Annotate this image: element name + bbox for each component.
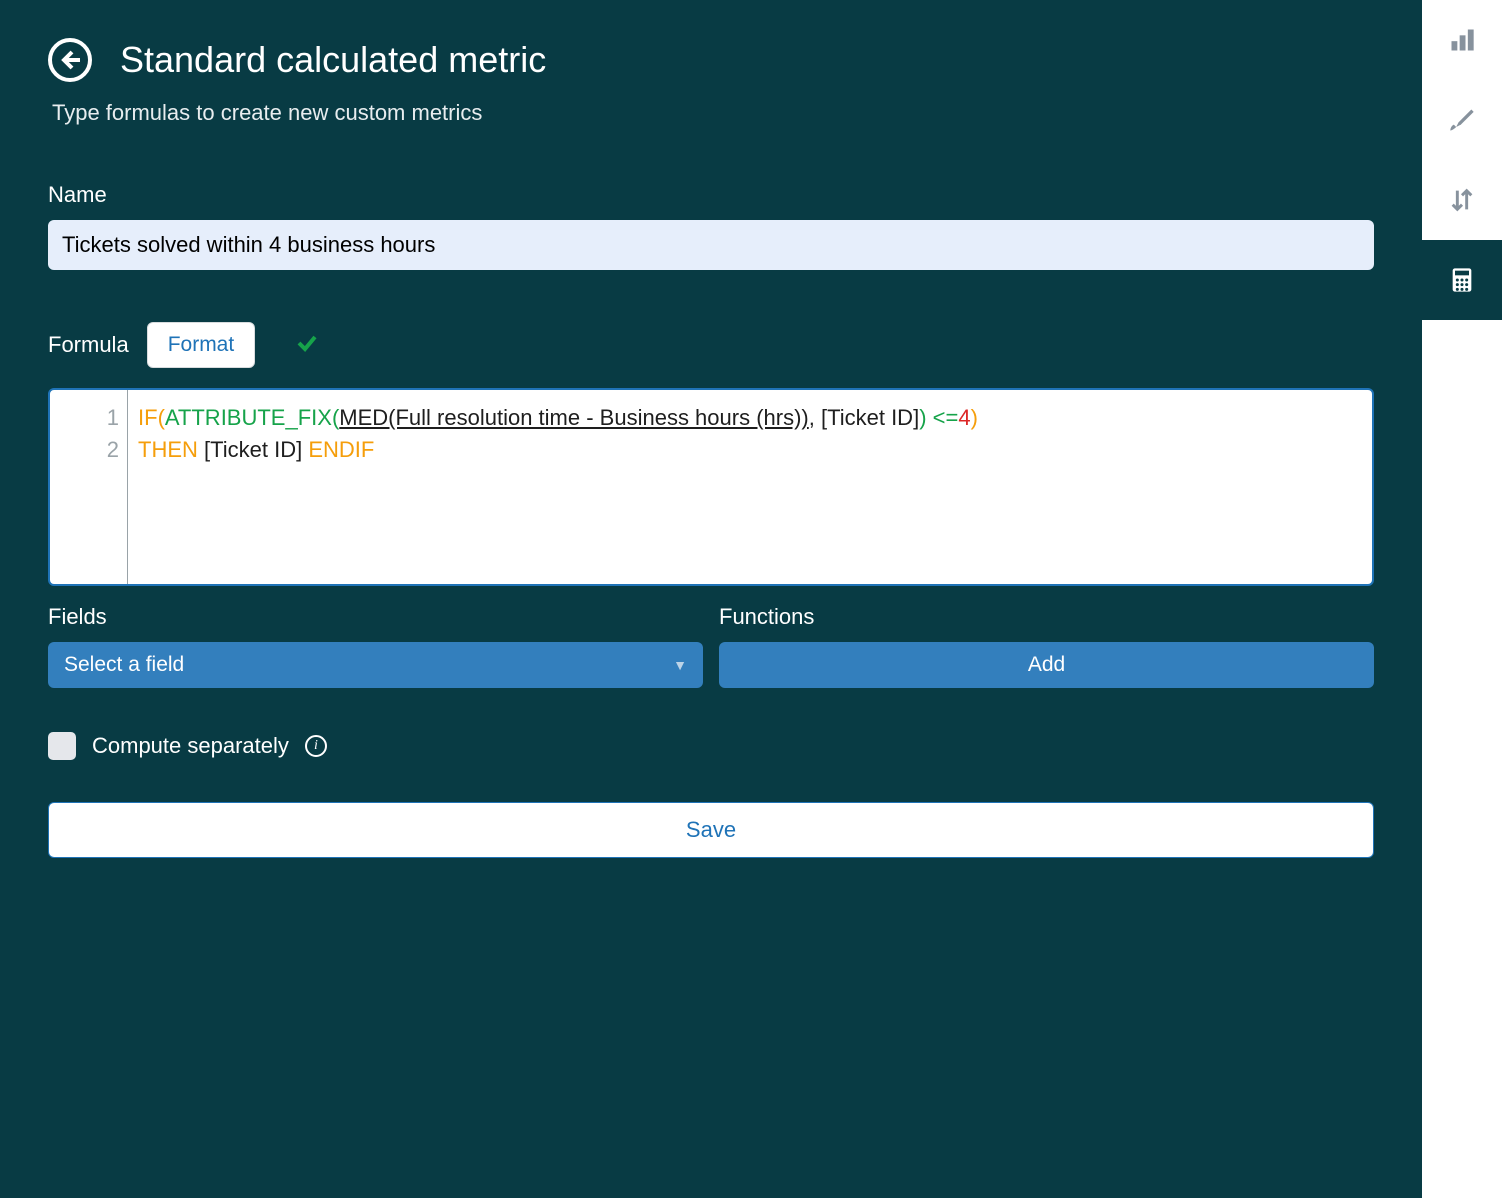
name-label: Name bbox=[48, 182, 1374, 208]
rail-chart[interactable] bbox=[1422, 0, 1502, 80]
format-button[interactable]: Format bbox=[147, 322, 256, 368]
main-panel: Standard calculated metric Type formulas… bbox=[0, 0, 1422, 1198]
compute-separately-row: Compute separately i bbox=[48, 732, 1374, 760]
line-number: 2 bbox=[58, 434, 119, 466]
save-button[interactable]: Save bbox=[48, 802, 1374, 858]
valid-check-icon bbox=[295, 331, 319, 360]
line-number: 1 bbox=[58, 402, 119, 434]
back-button[interactable] bbox=[48, 38, 92, 82]
page-title: Standard calculated metric bbox=[120, 39, 546, 81]
rail-calculator[interactable] bbox=[1422, 240, 1502, 320]
compute-separately-checkbox[interactable] bbox=[48, 732, 76, 760]
calculator-icon bbox=[1448, 266, 1476, 294]
page-subtitle: Type formulas to create new custom metri… bbox=[52, 100, 1374, 126]
formula-header: Formula Format bbox=[48, 322, 1374, 368]
fields-select-placeholder: Select a field bbox=[64, 653, 184, 677]
bar-chart-icon bbox=[1448, 26, 1476, 54]
side-rail bbox=[1422, 0, 1502, 1198]
fields-label: Fields bbox=[48, 604, 703, 630]
code-line: IF(ATTRIBUTE_FIX(MED(Full resolution tim… bbox=[138, 402, 978, 434]
fields-functions-row: Fields Select a field ▼ Functions Add bbox=[48, 604, 1374, 688]
rail-sort[interactable] bbox=[1422, 160, 1502, 240]
info-icon[interactable]: i bbox=[305, 735, 327, 757]
sort-arrows-icon bbox=[1448, 186, 1476, 214]
functions-column: Functions Add bbox=[719, 604, 1374, 688]
brush-icon bbox=[1448, 106, 1476, 134]
add-function-button[interactable]: Add bbox=[719, 642, 1374, 688]
chevron-down-icon: ▼ bbox=[673, 657, 687, 673]
functions-label: Functions bbox=[719, 604, 1374, 630]
formula-editor[interactable]: 1 2 IF(ATTRIBUTE_FIX(MED(Full resolution… bbox=[48, 388, 1374, 586]
line-gutter: 1 2 bbox=[50, 390, 128, 584]
fields-select[interactable]: Select a field ▼ bbox=[48, 642, 703, 688]
code-line: THEN [Ticket ID] ENDIF bbox=[138, 434, 978, 466]
name-input[interactable] bbox=[48, 220, 1374, 270]
code-body[interactable]: IF(ATTRIBUTE_FIX(MED(Full resolution tim… bbox=[128, 390, 988, 584]
formula-label: Formula bbox=[48, 332, 129, 358]
arrow-left-icon bbox=[58, 48, 82, 72]
fields-column: Fields Select a field ▼ bbox=[48, 604, 703, 688]
header: Standard calculated metric bbox=[48, 38, 1374, 82]
compute-separately-label: Compute separately bbox=[92, 733, 289, 759]
rail-brush[interactable] bbox=[1422, 80, 1502, 160]
